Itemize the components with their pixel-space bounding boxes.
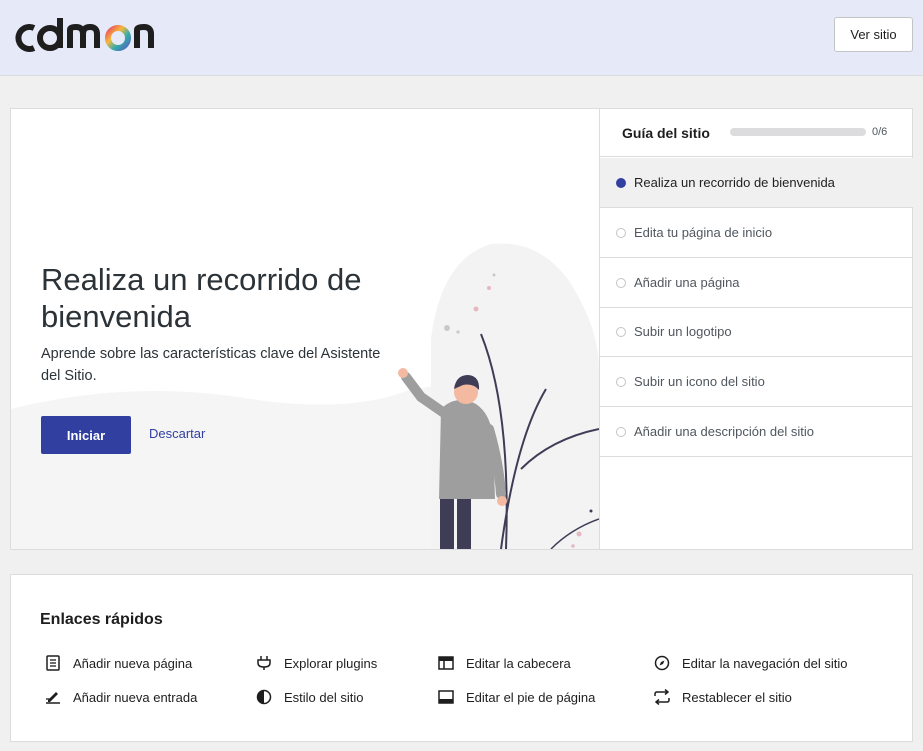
footer-icon [436, 687, 456, 707]
quick-link-label: Explorar plugins [284, 655, 378, 671]
welcome-description: Aprende sobre las características clave … [41, 346, 381, 384]
quick-link-label: Estilo del sitio [284, 689, 364, 705]
page-icon [43, 653, 63, 673]
guide-task-upload-site-icon[interactable]: Subir un icono del sitio [600, 357, 913, 407]
site-guide-title: Guía del sitio [622, 125, 710, 141]
guide-task-add-description[interactable]: Añadir una descripción del sitio [600, 407, 913, 457]
quick-link-label: Editar el pie de página [466, 689, 596, 705]
quick-link-edit-footer[interactable]: Editar el pie de página [436, 687, 595, 707]
quick-link-label: Añadir nueva entrada [73, 689, 198, 705]
task-label: Subir un logotipo [634, 324, 732, 339]
task-status-icon [616, 278, 626, 288]
reset-icon [652, 687, 672, 707]
quick-link-label: Editar la cabecera [466, 655, 571, 671]
compass-icon [652, 653, 672, 673]
task-status-icon [616, 178, 626, 188]
guide-task-add-page[interactable]: Añadir una página [600, 258, 913, 308]
quick-links-card: Enlaces rápidos Añadir nueva página Añad… [10, 574, 913, 742]
welcome-title: Realiza un recorrido de bienvenida [41, 262, 362, 334]
quick-link-label: Restablecer el sitio [682, 689, 792, 705]
post-icon [43, 687, 63, 707]
task-label: Subir un icono del sitio [634, 374, 765, 389]
header-icon [436, 653, 456, 673]
plugin-icon [254, 653, 274, 673]
task-status-icon [616, 427, 626, 437]
dismiss-link[interactable]: Descartar [149, 426, 205, 441]
quick-links-title: Enlaces rápidos [40, 611, 163, 628]
task-label: Añadir una página [634, 275, 740, 290]
quick-link-label: Editar la navegación del sitio [682, 655, 848, 671]
task-status-icon [616, 228, 626, 238]
quick-link-site-style[interactable]: Estilo del sitio [254, 687, 363, 707]
quick-link-edit-navigation[interactable]: Editar la navegación del sitio [652, 653, 848, 673]
guide-task-edit-homepage[interactable]: Edita tu página de inicio [600, 208, 913, 258]
start-tour-button[interactable]: Iniciar [41, 416, 131, 454]
task-label: Edita tu página de inicio [634, 225, 773, 240]
task-label: Realiza un recorrido de bienvenida [634, 175, 835, 190]
site-guide-panel: Guía del sitio 0/6 Realiza un recorrido … [599, 109, 913, 549]
top-bar: Ver sitio [0, 0, 923, 76]
quick-link-add-post[interactable]: Añadir nueva entrada [43, 687, 197, 707]
guide-progress-count: 0/6 [872, 126, 888, 138]
contrast-icon [254, 687, 274, 707]
task-label: Añadir una descripción del sitio [634, 424, 814, 439]
quick-link-explore-plugins[interactable]: Explorar plugins [254, 653, 377, 673]
welcome-card: Realiza un recorrido de bienvenida Apren… [10, 108, 913, 550]
quick-link-label: Añadir nueva página [73, 655, 193, 671]
view-site-button[interactable]: Ver sitio [834, 17, 913, 52]
welcome-banner: Realiza un recorrido de bienvenida Apren… [11, 109, 599, 549]
site-guide-header: Guía del sitio 0/6 [600, 109, 913, 157]
task-status-icon [616, 327, 626, 337]
quick-link-reset-site[interactable]: Restablecer el sitio [652, 687, 792, 707]
guide-task-upload-logo[interactable]: Subir un logotipo [600, 307, 913, 357]
guide-progress-bar [730, 128, 866, 136]
logo-mark [15, 18, 154, 52]
task-status-icon [616, 377, 626, 387]
quick-link-edit-header[interactable]: Editar la cabecera [436, 653, 571, 673]
quick-link-add-page[interactable]: Añadir nueva página [43, 653, 192, 673]
guide-task-welcome-tour[interactable]: Realiza un recorrido de bienvenida [600, 158, 913, 208]
cdmon-logo[interactable] [10, 14, 180, 58]
